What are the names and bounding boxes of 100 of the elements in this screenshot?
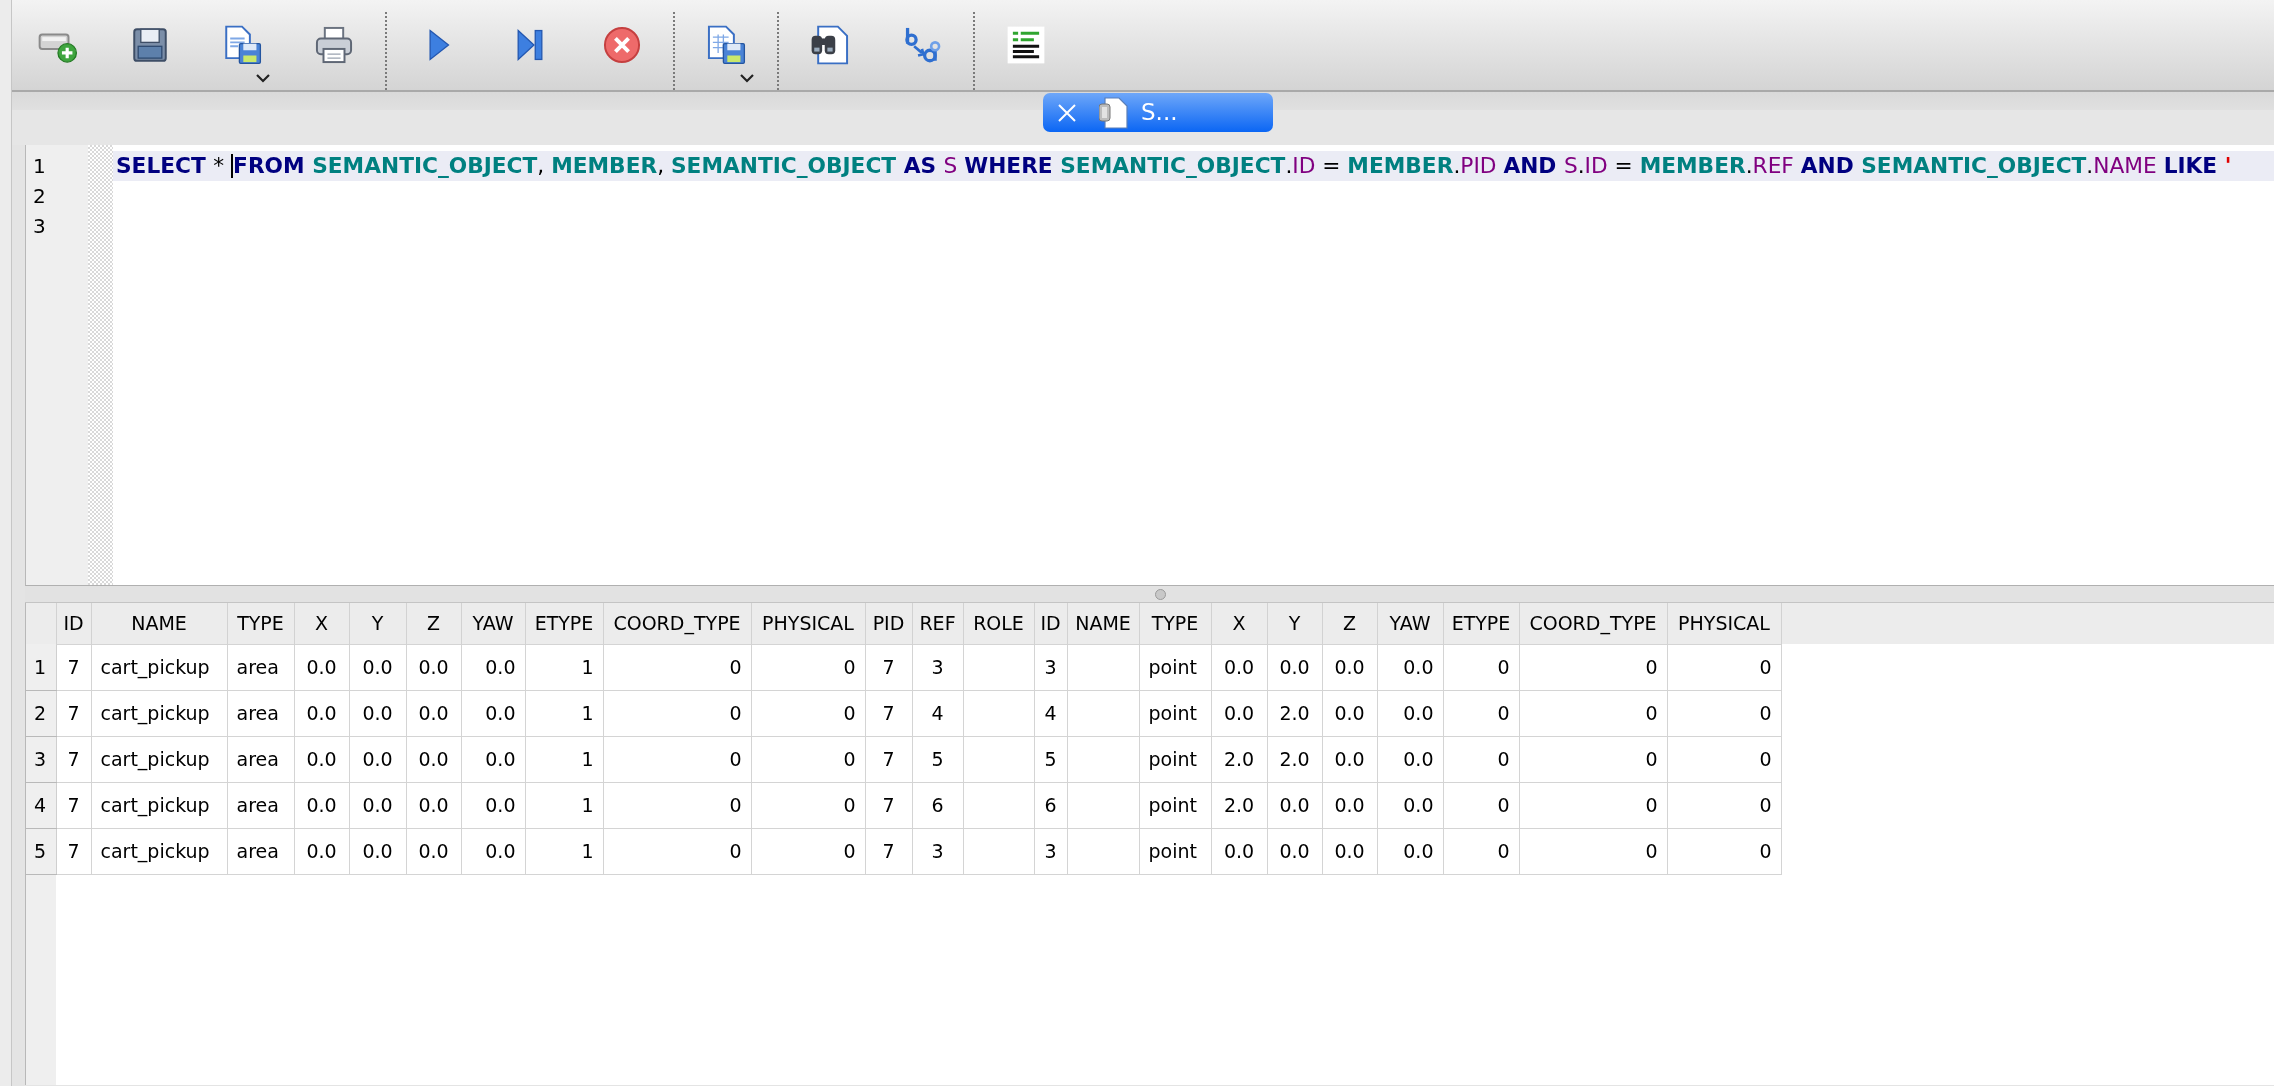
table-cell: 7 xyxy=(56,690,91,736)
table-cell: 0.0 xyxy=(1211,828,1267,874)
table-cell: 3 xyxy=(1034,644,1067,690)
table-cell: 2.0 xyxy=(1211,736,1267,782)
table-save-icon xyxy=(705,24,747,66)
table-cell: cart_pickup xyxy=(91,690,227,736)
sql-editor[interactable]: 1 2 3 SELECT * FROM SEMANTIC_OBJECT, MEMBER, SEMANTIC_OBJECT AS S WHERE SEMANTIC_OBJECT.ID = MEMBER.PID AND S.ID = MEMBER.REF AND SEMANTIC_OBJECT.NAME LIKE ' xyxy=(25,145,2274,586)
column-header[interactable]: Z xyxy=(1322,603,1377,644)
table-cell: 7 xyxy=(865,644,912,690)
grip-icon[interactable] xyxy=(1155,589,1166,600)
column-header[interactable]: TYPE xyxy=(227,603,294,644)
column-header[interactable]: PHYSICAL xyxy=(751,603,865,644)
table-cell: 0.0 xyxy=(1377,828,1443,874)
table-cell: point xyxy=(1139,828,1211,874)
column-header[interactable]: COORD_TYPE xyxy=(1519,603,1667,644)
table-cell: 1 xyxy=(525,782,603,828)
column-header[interactable]: PHYSICAL xyxy=(1667,603,1781,644)
table-cell: 0 xyxy=(1443,782,1519,828)
column-header[interactable]: REF xyxy=(912,603,963,644)
table-cell: 7 xyxy=(56,736,91,782)
table-cell: 0.0 xyxy=(406,690,461,736)
column-header[interactable]: PID xyxy=(865,603,912,644)
table-cell: 0 xyxy=(603,644,751,690)
row-number[interactable]: 4 xyxy=(26,782,56,828)
column-header[interactable]: NAME xyxy=(1067,603,1139,644)
column-header[interactable]: COORD_TYPE xyxy=(603,603,751,644)
table-cell: 0.0 xyxy=(294,782,349,828)
table-cell: 0.0 xyxy=(1322,690,1377,736)
caret-icon[interactable] xyxy=(739,73,755,83)
table-cell: 0.0 xyxy=(406,782,461,828)
table-cell: 7 xyxy=(56,828,91,874)
table-cell: 0.0 xyxy=(1377,644,1443,690)
column-header[interactable]: YAW xyxy=(1377,603,1443,644)
table-cell: 0 xyxy=(1443,828,1519,874)
table-cell: 1 xyxy=(525,736,603,782)
table-cell: 7 xyxy=(865,736,912,782)
column-header[interactable]: TYPE xyxy=(1139,603,1211,644)
table-cell: 0 xyxy=(751,644,865,690)
line-number: 3 xyxy=(32,213,47,240)
table-cell: 0.0 xyxy=(1267,644,1322,690)
table-cell: 3 xyxy=(912,644,963,690)
row-number[interactable]: 5 xyxy=(26,828,56,874)
table-cell: 0.0 xyxy=(1377,736,1443,782)
table-cell: 0 xyxy=(751,782,865,828)
table-cell: point xyxy=(1139,644,1211,690)
table-cell: 0.0 xyxy=(349,644,406,690)
table-cell: area xyxy=(227,644,294,690)
close-icon[interactable] xyxy=(1057,102,1077,123)
table-cell: 0.0 xyxy=(294,736,349,782)
row-number[interactable]: 3 xyxy=(26,736,56,782)
table-cell: 4 xyxy=(912,690,963,736)
text-lines-icon xyxy=(1005,24,1047,66)
table-cell: 0 xyxy=(751,736,865,782)
column-header[interactable]: ETYPE xyxy=(525,603,603,644)
column-header[interactable]: Y xyxy=(349,603,406,644)
table-cell: area xyxy=(227,782,294,828)
table-cell: 0.0 xyxy=(349,782,406,828)
column-header[interactable]: Z xyxy=(406,603,461,644)
table-cell: 0 xyxy=(603,782,751,828)
table-cell: 5 xyxy=(912,736,963,782)
column-header[interactable]: X xyxy=(1211,603,1267,644)
table-cell: 1 xyxy=(525,690,603,736)
table-cell: 1 xyxy=(525,644,603,690)
table-cell: point xyxy=(1139,690,1211,736)
table-cell: 3 xyxy=(912,828,963,874)
table-cell: 0 xyxy=(1443,644,1519,690)
table-cell: 7 xyxy=(56,782,91,828)
table-cell: 0.0 xyxy=(1322,736,1377,782)
table-cell: area xyxy=(227,736,294,782)
row-number[interactable]: 1 xyxy=(26,644,56,690)
column-header[interactable]: ROLE xyxy=(963,603,1034,644)
table-cell: 3 xyxy=(1034,828,1067,874)
column-header[interactable]: ETYPE xyxy=(1443,603,1519,644)
column-header[interactable]: ID xyxy=(56,603,91,644)
cancel-icon xyxy=(601,24,643,66)
table-cell: 2.0 xyxy=(1267,690,1322,736)
column-header[interactable]: NAME xyxy=(91,603,227,644)
row-number[interactable]: 2 xyxy=(26,690,56,736)
table-cell: 1 xyxy=(525,828,603,874)
table-cell: 0.0 xyxy=(406,644,461,690)
table-cell: 0.0 xyxy=(1377,690,1443,736)
caret-icon[interactable] xyxy=(255,73,271,83)
query-tab[interactable]: S... xyxy=(1043,93,1273,132)
table-cell: 0.0 xyxy=(461,736,525,782)
column-header[interactable]: ID xyxy=(1034,603,1067,644)
table-cell: 7 xyxy=(56,644,91,690)
table-cell: 4 xyxy=(1034,690,1067,736)
table-cell: 2.0 xyxy=(1267,736,1322,782)
table-cell: cart_pickup xyxy=(91,828,227,874)
table-cell: 0 xyxy=(1443,736,1519,782)
table-cell: area xyxy=(227,690,294,736)
column-header[interactable]: Y xyxy=(1267,603,1322,644)
table-cell: 0 xyxy=(1519,690,1667,736)
table-cell: 0 xyxy=(1667,782,1781,828)
table-cell: area xyxy=(227,828,294,874)
table-cell: 7 xyxy=(865,828,912,874)
column-header[interactable]: X xyxy=(294,603,349,644)
table-cell: 0.0 xyxy=(461,828,525,874)
table-cell: 0.0 xyxy=(349,690,406,736)
column-header[interactable]: YAW xyxy=(461,603,525,644)
